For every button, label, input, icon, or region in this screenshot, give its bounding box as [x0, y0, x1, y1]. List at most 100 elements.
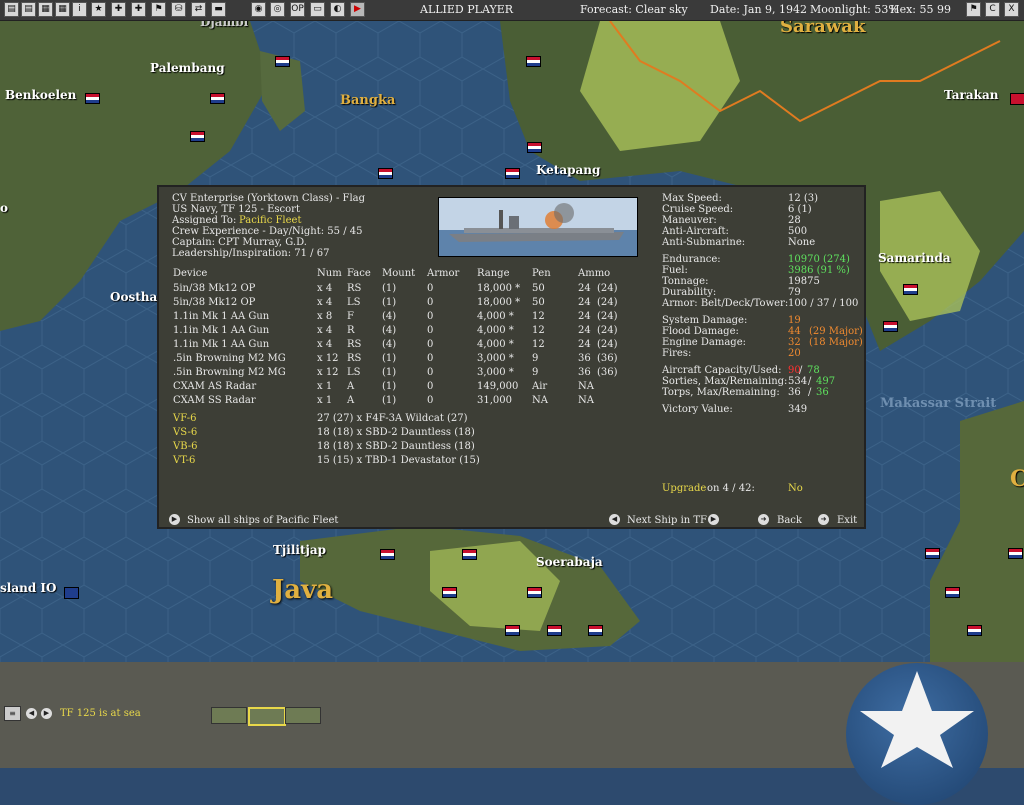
map-label-djambi: Djambi [200, 21, 249, 29]
dutch-flag-unit[interactable] [527, 587, 542, 598]
carrier-silhouette-icon[interactable] [248, 707, 286, 726]
dutch-flag-unit[interactable] [442, 587, 457, 598]
dutch-flag-unit[interactable] [380, 549, 395, 560]
dutch-flag-unit[interactable] [378, 168, 393, 179]
globe-icon[interactable]: ◉ [251, 2, 266, 17]
grid-icon[interactable]: ▦ [38, 2, 53, 17]
device-cell: (36) [597, 353, 618, 364]
circle-icon[interactable]: ◐ [330, 2, 345, 17]
dutch-flag-unit[interactable] [275, 56, 290, 67]
dutch-flag-unit[interactable] [547, 625, 562, 636]
air-group-name[interactable]: VS-6 [173, 427, 197, 439]
device-cell: A [347, 381, 355, 392]
air-group-detail: 15 (15) x TBD-1 Devastator (15) [317, 455, 480, 466]
stat-value-anti-sub: None [788, 237, 816, 248]
map-label-benkoelen: Benkoelen [5, 88, 77, 102]
ship-silhouette-icon[interactable] [211, 707, 247, 724]
dutch-flag-unit[interactable] [462, 549, 477, 560]
next-ship-button[interactable]: Next Ship in TF [627, 515, 707, 527]
screen-icon[interactable]: ▭ [310, 2, 325, 17]
star-icon[interactable]: ★ [91, 2, 106, 17]
stat-label-torps: Torps, Max/Remaining: [662, 387, 780, 398]
map-label-tjilitjap: Tjilitjap [273, 543, 326, 557]
dutch-flag-unit[interactable] [1008, 548, 1023, 559]
base-icon[interactable]: ⛁ [171, 2, 186, 17]
device-name[interactable]: CXAM AS Radar [173, 381, 256, 393]
dutch-flag-unit[interactable] [527, 142, 542, 153]
star-icon [860, 671, 974, 768]
map-label-ketapang: Ketapang [536, 163, 601, 177]
swap-icon[interactable]: ⇄ [191, 2, 206, 17]
device-cell: (4) [382, 325, 397, 336]
dutch-flag-unit[interactable] [903, 284, 918, 295]
dutch-flag-unit[interactable] [945, 587, 960, 598]
exit-button[interactable]: Exit [837, 515, 857, 527]
next-ship-arrow-icon[interactable]: ▶ [708, 514, 719, 525]
back-arrow-icon[interactable]: ➜ [758, 514, 769, 525]
report-icon[interactable]: ▤ [21, 2, 36, 17]
upgrade-label[interactable]: Upgrade [662, 483, 706, 495]
air-group-detail: 18 (18) x SBD-2 Dauntless (18) [317, 441, 475, 452]
device-cell: 0 [427, 283, 434, 294]
play-icon[interactable]: ▶ [350, 2, 365, 17]
air-group-name[interactable]: VB-6 [173, 441, 198, 453]
device-cell: (24) [597, 311, 618, 322]
exit-x-icon[interactable]: X [1004, 2, 1019, 17]
device-name[interactable]: CXAM SS Radar [173, 395, 256, 407]
flag-icon[interactable]: ⚑ [151, 2, 166, 17]
device-cell: F [347, 311, 354, 322]
air-group-name[interactable]: VF-6 [173, 413, 196, 425]
device-cell: 36 [578, 353, 591, 364]
dutch-flag-unit[interactable] [505, 168, 520, 179]
dutch-flag-unit[interactable] [967, 625, 982, 636]
prev-ship-arrow-icon[interactable]: ◀ [609, 514, 620, 525]
device-name[interactable]: .5in Browning M2 MG [173, 367, 286, 379]
flag-toggle-icon[interactable]: ⚑ [966, 2, 981, 17]
dutch-flag-unit[interactable] [505, 625, 520, 636]
leadership: Leadership/Inspiration: 71 / 67 [172, 248, 330, 259]
next-tf-arrow-icon[interactable]: ▶ [41, 708, 52, 719]
dutch-flag-unit[interactable] [85, 93, 100, 104]
exit-arrow-icon[interactable]: ➜ [818, 514, 829, 525]
info-icon[interactable]: i [72, 2, 87, 17]
close-c-icon[interactable]: C [985, 2, 1000, 17]
dutch-flag-unit[interactable] [925, 548, 940, 559]
device-cell: 4,000 * [477, 339, 514, 350]
device-cell: (24) [597, 325, 618, 336]
prev-tf-arrow-icon[interactable]: ◀ [26, 708, 37, 719]
tf-list-icon[interactable]: ≡ [4, 706, 21, 721]
device-name[interactable]: 1.1in Mk 1 AA Gun [173, 339, 269, 351]
dutch-flag-unit[interactable] [883, 321, 898, 332]
device-name[interactable]: 1.1in Mk 1 AA Gun [173, 311, 269, 323]
menu-icon[interactable]: ▤ [4, 2, 19, 17]
show-all-arrow-icon[interactable]: ▶ [169, 514, 180, 525]
japanese-flag-unit[interactable] [1010, 93, 1024, 105]
device-cell: (4) [382, 339, 397, 350]
stat-value-armor: 100 / 37 / 100 [788, 298, 859, 309]
list-icon[interactable]: ▦ [55, 2, 70, 17]
device-name[interactable]: 5in/38 Mk12 OP [173, 297, 255, 309]
bar-icon[interactable]: ▬ [211, 2, 226, 17]
air-group-detail: 27 (27) x F4F-3A Wildcat (27) [317, 413, 468, 424]
australian-flag-unit[interactable] [64, 587, 79, 599]
target-icon[interactable]: ◎ [270, 2, 285, 17]
device-cell: x 12 [317, 367, 339, 378]
plus-alt-icon[interactable]: ✚ [131, 2, 146, 17]
dutch-flag-unit[interactable] [588, 625, 603, 636]
column-header: Armor [427, 268, 460, 279]
ops-icon[interactable]: OP [290, 2, 305, 17]
dutch-flag-unit[interactable] [190, 131, 205, 142]
device-cell: (1) [382, 367, 397, 378]
air-group-name[interactable]: VT-6 [173, 455, 195, 467]
device-name[interactable]: .5in Browning M2 MG [173, 353, 286, 365]
dutch-flag-unit[interactable] [210, 93, 225, 104]
device-cell: 0 [427, 381, 434, 392]
device-name[interactable]: 1.1in Mk 1 AA Gun [173, 325, 269, 337]
device-cell: x 4 [317, 283, 333, 294]
show-all-ships-button[interactable]: Show all ships of Pacific Fleet [187, 515, 338, 527]
plus-icon[interactable]: ✚ [111, 2, 126, 17]
ship-silhouette-icon[interactable] [285, 707, 321, 724]
dutch-flag-unit[interactable] [526, 56, 541, 67]
device-name[interactable]: 5in/38 Mk12 OP [173, 283, 255, 295]
back-button[interactable]: Back [777, 515, 802, 527]
